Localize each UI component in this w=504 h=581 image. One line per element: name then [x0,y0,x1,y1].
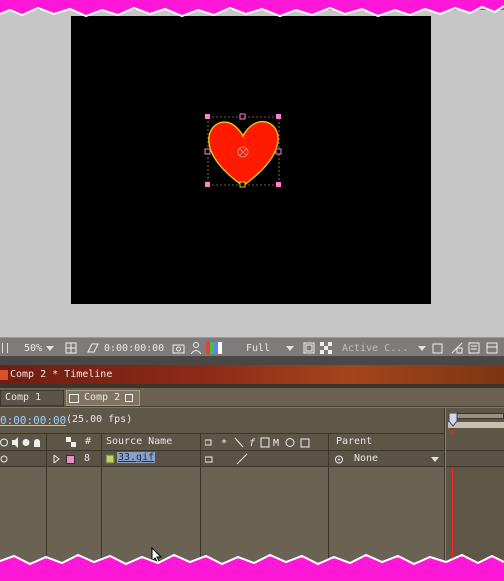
composition-toolbar: 50% 0:00:00:00 Full Active C... [0,337,504,357]
flowchart-icon[interactable] [468,340,480,356]
number-column-header: # [85,436,92,447]
timeline-title-bar[interactable]: Comp 2 * Timeline [0,365,504,384]
footage-icon [105,454,115,464]
always-preview-icon[interactable] [2,340,8,356]
quality-switch-icon[interactable] [236,453,248,465]
timeline-window-icon [0,369,8,380]
close-tab-icon[interactable] [125,394,133,402]
svg-text:M: M [273,438,279,448]
torn-edge-top [0,0,504,18]
resolution-dropdown[interactable]: Full [246,340,295,356]
column-divider [445,408,446,562]
work-area-bar[interactable] [450,413,504,419]
chevron-down-icon [418,345,427,351]
active-camera-dropdown[interactable]: Active C... [342,340,427,356]
source-name-column-header[interactable]: Source Name [106,436,172,447]
layers-empty-area[interactable] [0,467,446,562]
layer-row[interactable]: 8 33.gif None [0,451,504,467]
parent-column-header[interactable]: Parent [336,436,372,447]
chevron-down-icon [286,345,295,351]
pixel-aspect-icon[interactable] [451,340,463,356]
timeline-column-header: # Source Name * f M Parent [0,434,504,451]
timeline-title: Comp 2 * Timeline [10,369,113,380]
chevron-down-icon[interactable] [431,457,439,462]
column-divider [328,434,329,562]
composition-canvas[interactable] [71,16,431,304]
playhead-handle-icon[interactable] [448,413,458,429]
timeline-time-bar: 0:00:00:00 (25.00 fps) [0,408,504,434]
chevron-down-icon [46,345,55,351]
snapshot-camera-icon[interactable] [172,340,185,356]
channel-rgb-icon[interactable] [206,340,222,356]
safe-zones-icon[interactable] [65,340,77,356]
show-snapshot-icon[interactable] [191,340,201,356]
heart-shape [208,121,279,187]
zoom-value: 50% [24,342,43,354]
composition-icon [69,394,79,403]
heart-layer[interactable] [71,16,431,304]
switches-column-icons: * f M [205,437,310,448]
panel-divider [0,357,504,365]
current-time-display[interactable]: 0:00:00:00 [104,340,164,356]
pickwhip-icon[interactable] [335,455,345,464]
transparency-grid-icon[interactable] [320,340,332,356]
tab-comp-2[interactable]: Comp 2 [66,390,140,406]
view-layout-icon[interactable] [432,340,443,356]
column-divider [46,434,47,562]
torn-edge-bottom [0,553,504,581]
layer-number: 8 [84,453,91,464]
timeline-track-area[interactable]: 00s [446,408,504,562]
column-divider [200,434,201,562]
svg-text:*: * [221,438,227,448]
tab-comp-1[interactable]: Comp 1 [0,390,64,406]
expand-triangle-icon[interactable] [53,455,60,463]
svg-text:f: f [249,438,256,448]
av-features-icons[interactable] [0,437,44,448]
mask-view-icon[interactable] [87,340,99,356]
current-time-field[interactable]: 0:00:00:00 [0,414,66,427]
zoom-dropdown[interactable]: 50% [24,340,55,356]
parent-dropdown[interactable]: None [354,453,378,464]
layer-name[interactable]: 33.gif [117,452,156,463]
comp-settings-icon[interactable] [486,340,498,356]
shy-switch-icon[interactable] [205,455,215,463]
region-of-interest-icon[interactable] [303,340,315,356]
eye-icon[interactable] [0,454,8,464]
timeline-tabbar: Comp 1 Comp 2 [0,388,504,407]
frame-rate-label: (25.00 fps) [66,414,133,425]
column-divider [101,434,102,562]
layer-label-color[interactable] [66,455,75,464]
label-column-icon [66,437,76,447]
